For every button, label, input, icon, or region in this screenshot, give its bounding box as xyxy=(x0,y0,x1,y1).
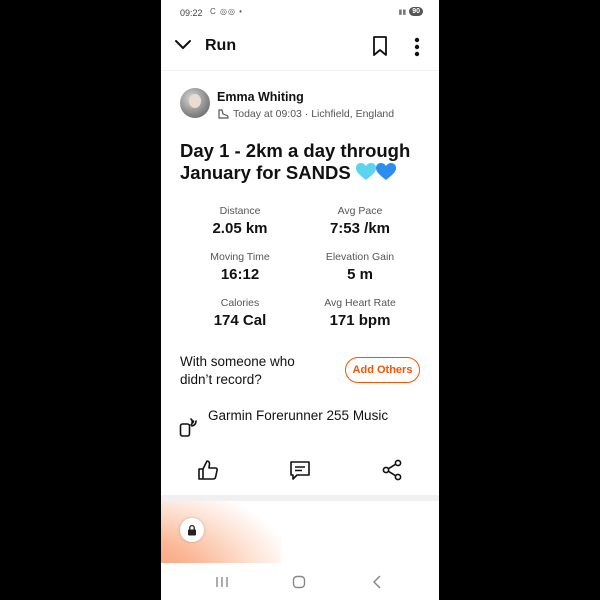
thumbs-up-icon[interactable] xyxy=(196,458,220,482)
activity-meta-text: Today at 09:03 · Lichfield, England xyxy=(233,108,395,120)
stat-value: 7:53 /km xyxy=(329,220,391,237)
activity-meta: Today at 09:03 · Lichfield, England xyxy=(217,108,394,120)
promo-area xyxy=(161,501,439,563)
stat-value: 174 Cal xyxy=(213,312,267,329)
stat-moving-time: Moving Time 16:12 xyxy=(180,251,300,283)
stat-label: Calories xyxy=(220,297,260,309)
blue-heart-icon xyxy=(375,163,396,180)
comment-icon[interactable] xyxy=(288,458,312,482)
recent-apps-icon[interactable] xyxy=(213,573,231,591)
home-icon[interactable] xyxy=(290,573,308,591)
lock-icon xyxy=(188,524,196,536)
phone-screen: 09:22 C ◎◎ • ▮▮ 90 Run Emma Whiting Toda… xyxy=(161,0,439,600)
stat-value: 171 bpm xyxy=(329,312,391,329)
signal-icon: ▮▮ xyxy=(398,8,407,16)
with-someone-prompt: With someone who didn’t record? xyxy=(180,354,295,387)
promo-gradient xyxy=(161,501,281,563)
status-time: 09:22 xyxy=(180,8,203,18)
stat-value: 2.05 km xyxy=(212,220,268,237)
back-icon[interactable] xyxy=(368,573,386,591)
athlete-name[interactable]: Emma Whiting xyxy=(217,90,304,104)
device-name[interactable]: Garmin Forerunner 255 Music xyxy=(208,407,408,425)
stat-avg-pace: Avg Pace 7:53 /km xyxy=(300,205,420,237)
divider xyxy=(161,70,439,71)
shoe-icon xyxy=(218,109,229,119)
avatar[interactable] xyxy=(180,88,210,118)
chevron-down-icon[interactable] xyxy=(174,38,192,52)
light-blue-heart-icon xyxy=(355,163,376,180)
page-title: Run xyxy=(205,37,237,54)
activity-title: Day 1 - 2km a day through January for SA… xyxy=(180,140,430,184)
add-others-button[interactable]: Add Others xyxy=(345,357,420,383)
stat-avg-heart-rate: Avg Heart Rate 171 bpm xyxy=(300,297,420,329)
stat-label: Avg Pace xyxy=(337,205,383,217)
share-icon[interactable] xyxy=(380,458,404,482)
status-system-icons: ▮▮ 90 xyxy=(398,7,423,16)
stat-label: Moving Time xyxy=(210,251,270,263)
system-nav-bar xyxy=(161,563,439,600)
stat-label: Distance xyxy=(219,205,261,217)
stat-elevation-gain: Elevation Gain 5 m xyxy=(300,251,420,283)
header: Run xyxy=(161,26,439,68)
stat-value: 5 m xyxy=(347,266,373,283)
stat-label: Avg Heart Rate xyxy=(324,297,396,309)
stat-label: Elevation Gain xyxy=(325,251,395,263)
bookmark-icon[interactable] xyxy=(371,35,389,57)
status-bar: 09:22 C ◎◎ • ▮▮ 90 xyxy=(161,0,439,26)
stat-value: 16:12 xyxy=(220,266,260,283)
more-vertical-icon[interactable] xyxy=(410,36,424,58)
status-notification-icons: C ◎◎ • xyxy=(210,7,243,16)
watch-sync-icon xyxy=(179,418,197,437)
stat-calories: Calories 174 Cal xyxy=(180,297,300,329)
lock-badge[interactable] xyxy=(180,518,204,542)
stat-distance: Distance 2.05 km xyxy=(180,205,300,237)
battery-icon: 90 xyxy=(409,7,423,16)
